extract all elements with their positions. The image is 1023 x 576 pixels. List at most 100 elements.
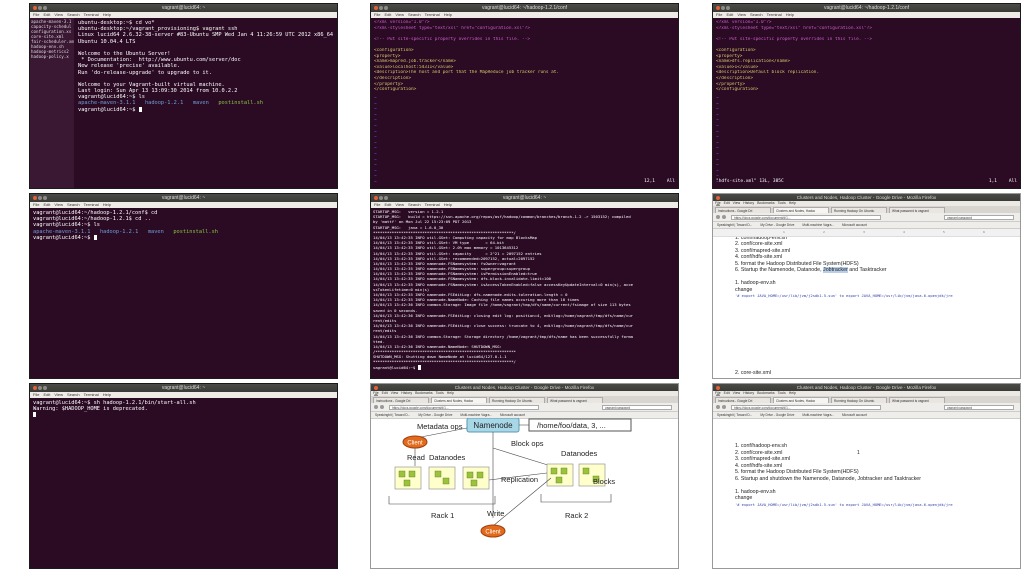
minimize-icon[interactable] (379, 196, 383, 200)
search-input[interactable]: vagrant password (602, 404, 672, 410)
menu-item-terminal[interactable]: Terminal (425, 12, 440, 17)
bookmark-item[interactable]: My Drive - Google Drive (418, 413, 452, 417)
bookmark-item[interactable]: Microsoft account (842, 223, 867, 227)
menu-item-help[interactable]: Help (789, 391, 796, 395)
terminal-output[interactable]: STARTUP_MSG: version = 1.2.1 STARTUP_MSG:… (371, 208, 678, 372)
side-file[interactable]: hadoop-policy.x (31, 54, 73, 59)
close-icon[interactable] (374, 196, 378, 200)
menu-item-help[interactable]: Help (789, 201, 796, 205)
menu-item-search[interactable]: Search (67, 392, 80, 397)
menu-item-history[interactable]: History (743, 391, 754, 395)
search-input[interactable]: vagrant password (944, 214, 1014, 220)
terminal-output[interactable]: vagrant@lucid64:~$ sh hadoop-1.2.1/bin/s… (30, 398, 337, 421)
bookmark-item[interactable]: Speakingbit | Toward D... (717, 413, 752, 417)
menu-item-help[interactable]: Help (103, 392, 111, 397)
url-bar[interactable]: https://docs.google.com/document/d/1... (731, 404, 881, 410)
menu-item-help[interactable]: Help (103, 12, 111, 17)
vim-buffer[interactable]: <?xml version="1.0"?> <?xml-stylesheet ty… (713, 18, 1020, 95)
forward-icon[interactable] (380, 405, 384, 409)
menu-item-edit[interactable]: Edit (724, 391, 730, 395)
menu-item-help[interactable]: Help (444, 202, 452, 207)
menu-item-edit[interactable]: Edit (724, 201, 730, 205)
menu-item-view[interactable]: View (395, 202, 404, 207)
menu-item-help[interactable]: Help (447, 391, 454, 395)
menu-item-search[interactable]: Search (67, 12, 80, 17)
minimize-icon[interactable] (721, 6, 725, 10)
close-icon[interactable] (33, 6, 37, 10)
menu-item-edit[interactable]: Edit (382, 391, 388, 395)
bookmark-item[interactable]: Microsoft account (500, 413, 525, 417)
menu-item-view[interactable]: View (733, 201, 741, 205)
close-icon[interactable] (716, 6, 720, 10)
maximize-icon[interactable] (384, 196, 388, 200)
menu-item-terminal[interactable]: Terminal (425, 202, 440, 207)
maximize-icon[interactable] (43, 196, 47, 200)
close-icon[interactable] (374, 6, 378, 10)
maximize-icon[interactable] (43, 6, 47, 10)
document-body[interactable]: 1 1. conf/hadoop-env.sh 2. conf/core-site… (713, 419, 1020, 511)
menu-item-help[interactable]: Help (786, 12, 794, 17)
prompt-text: vagrant@lucid64:~$ (373, 364, 418, 370)
bookmark-item[interactable]: Multi-machine Vagra... (460, 413, 492, 417)
menu-item-view[interactable]: View (737, 12, 746, 17)
forward-icon[interactable] (722, 405, 726, 409)
menu-item-bookmarks[interactable]: Bookmarks (415, 391, 433, 395)
window-title: vagrant@lucid64: ~ (161, 195, 206, 201)
menu-item-search[interactable]: Search (408, 202, 421, 207)
bookmark-item[interactable]: Speakingbit | Toward D... (375, 413, 410, 417)
terminal-line: 14/04/13 13:42:36 INFO namenode.FSEditLo… (373, 323, 634, 329)
menu-item-history[interactable]: History (401, 391, 412, 395)
terminal-output[interactable]: vagrant@lucid64:~/hadoop-1.2.1/conf$ cd v… (30, 208, 337, 243)
menu-item-tools[interactable]: Tools (436, 391, 444, 395)
menu-item-terminal[interactable]: Terminal (84, 202, 99, 207)
minimize-icon[interactable] (38, 386, 42, 390)
bookmarks-bar: Speakingbit | Toward D... My Drive - Goog… (713, 222, 1020, 229)
maximize-icon[interactable] (384, 6, 388, 10)
maximize-icon[interactable] (43, 386, 47, 390)
document-body[interactable]: 1. conf/hadoop-env.sh 2. conf/core-site.… (713, 237, 1020, 376)
menu-item-view[interactable]: View (54, 202, 63, 207)
menu-item-history[interactable]: History (743, 201, 754, 205)
forward-icon[interactable] (722, 215, 726, 219)
back-icon[interactable] (716, 405, 720, 409)
menu-item-view[interactable]: View (54, 392, 63, 397)
menu-item-search[interactable]: Search (408, 12, 421, 17)
menu-item-terminal[interactable]: Terminal (84, 392, 99, 397)
menu-item-help[interactable]: Help (103, 202, 111, 207)
close-icon[interactable] (716, 386, 720, 390)
menu-item-view[interactable]: View (54, 12, 63, 17)
url-bar[interactable]: https://docs.google.com/document/d/1... (731, 214, 881, 220)
vim-buffer[interactable]: <?xml version="1.0"?> <?xml-stylesheet ty… (371, 18, 678, 95)
bookmark-item[interactable]: Microsoft account (842, 413, 867, 417)
bookmark-item[interactable]: Multi-machine Vagra... (802, 223, 834, 227)
menu-item-view[interactable]: View (395, 12, 404, 17)
menu-item-tools[interactable]: Tools (778, 201, 786, 205)
menu-item-terminal[interactable]: Terminal (767, 12, 782, 17)
close-icon[interactable] (33, 196, 37, 200)
bookmark-item[interactable]: My Drive - Google Drive (760, 413, 794, 417)
back-icon[interactable] (374, 405, 378, 409)
back-icon[interactable] (716, 215, 720, 219)
maximize-icon[interactable] (726, 6, 730, 10)
menu-item-bookmarks[interactable]: Bookmarks (757, 391, 775, 395)
url-bar[interactable]: https://docs.google.com/document/d/1... (389, 404, 539, 410)
bookmark-item[interactable]: Speakingbit | Toward D... (717, 223, 752, 227)
terminal-output[interactable]: ubuntu-desktop:~$ cd vo* ubuntu-desktop:~… (75, 18, 336, 115)
menu-item-tools[interactable]: Tools (778, 391, 786, 395)
close-icon[interactable] (716, 196, 720, 200)
minimize-icon[interactable] (38, 196, 42, 200)
menu-item-bookmarks[interactable]: Bookmarks (757, 201, 775, 205)
search-input[interactable]: vagrant password (944, 404, 1014, 410)
close-icon[interactable] (374, 386, 378, 390)
menu-item-view[interactable]: View (733, 391, 741, 395)
minimize-icon[interactable] (379, 6, 383, 10)
close-icon[interactable] (33, 386, 37, 390)
menu-item-terminal[interactable]: Terminal (84, 12, 99, 17)
minimize-icon[interactable] (38, 6, 42, 10)
bookmark-item[interactable]: Multi-machine Vagra... (802, 413, 834, 417)
bookmark-item[interactable]: My Drive - Google Drive (760, 223, 794, 227)
menu-item-help[interactable]: Help (444, 12, 452, 17)
menu-item-search[interactable]: Search (750, 12, 763, 17)
menu-item-search[interactable]: Search (67, 202, 80, 207)
menu-item-view[interactable]: View (391, 391, 399, 395)
